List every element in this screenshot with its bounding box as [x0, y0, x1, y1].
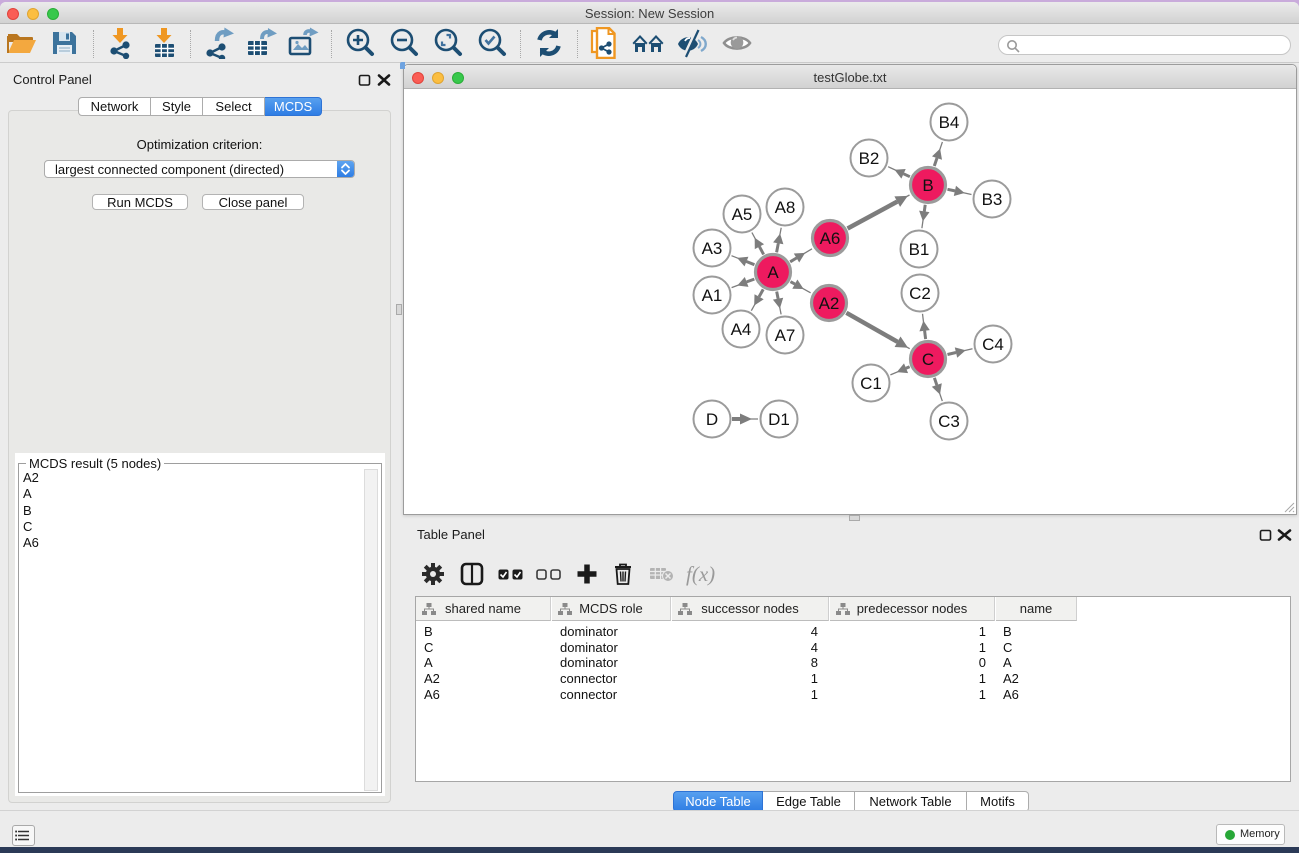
- svg-text:C4: C4: [982, 335, 1004, 354]
- svg-text:C: C: [922, 350, 934, 369]
- svg-text:A1: A1: [702, 286, 723, 305]
- svg-text:C1: C1: [860, 374, 882, 393]
- svg-text:A5: A5: [732, 205, 753, 224]
- svg-text:B1: B1: [909, 240, 930, 259]
- svg-text:C2: C2: [909, 284, 931, 303]
- svg-text:B: B: [922, 176, 933, 195]
- svg-text:B4: B4: [939, 113, 960, 132]
- svg-text:A3: A3: [702, 239, 723, 258]
- svg-text:A8: A8: [775, 198, 796, 217]
- svg-text:C3: C3: [938, 412, 960, 431]
- svg-text:B2: B2: [859, 149, 880, 168]
- svg-text:A2: A2: [819, 294, 840, 313]
- svg-text:A7: A7: [775, 326, 796, 345]
- svg-text:D1: D1: [768, 410, 790, 429]
- svg-text:A4: A4: [731, 320, 752, 339]
- svg-text:B3: B3: [982, 190, 1003, 209]
- svg-text:D: D: [706, 410, 718, 429]
- svg-text:A: A: [767, 263, 779, 282]
- svg-text:A6: A6: [820, 229, 841, 248]
